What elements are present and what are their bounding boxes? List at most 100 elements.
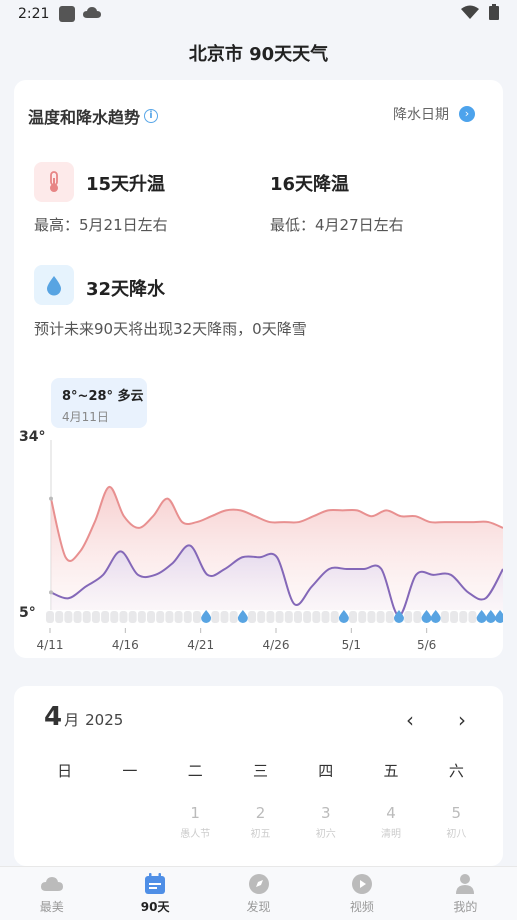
nav-label: 90天	[140, 900, 170, 914]
y-min-label: 5°	[19, 605, 36, 621]
nav-tab-profile[interactable]: 我的	[414, 867, 517, 920]
high-start-point	[49, 496, 53, 501]
cloud-icon	[40, 872, 64, 896]
x-tick-label: 4/11	[37, 638, 64, 652]
calendar-month-title: 4 月 2025	[44, 702, 123, 732]
calendar-day[interactable]: 5 初八	[424, 804, 489, 840]
dry-day-marker	[229, 611, 238, 623]
dry-day-marker	[312, 611, 321, 623]
calendar-card: 4 月 2025 ‹ › 日 一 二 三 四 五 六 1 愚人节 2 初五 3 …	[14, 686, 503, 866]
dry-day-marker	[459, 611, 468, 623]
rain-day-drop	[338, 610, 349, 623]
nav-tab-discover[interactable]: 发现	[207, 867, 310, 920]
dry-day-marker	[119, 611, 128, 623]
cloud-status-icon	[83, 5, 102, 23]
nav-tab-best[interactable]: 最美	[0, 867, 103, 920]
dry-day-marker	[450, 611, 459, 623]
dry-day-marker	[192, 611, 201, 623]
weekday-label: 三	[252, 762, 268, 780]
rain-day-drop	[430, 610, 441, 623]
x-tick-label: 4/21	[187, 638, 214, 652]
dry-day-marker	[174, 611, 183, 623]
compass-icon	[248, 872, 270, 896]
day-number: 5	[451, 804, 462, 822]
temperature-chart[interactable]: 4/11 4/16 4/21 4/26 5/1 5/6	[14, 80, 503, 658]
calendar-year: 2025	[85, 711, 124, 729]
x-tick-label: 5/1	[342, 638, 361, 652]
dry-day-marker	[128, 611, 137, 623]
dry-day-marker	[275, 611, 284, 623]
x-tick-label: 5/6	[417, 638, 436, 652]
prev-month-button[interactable]: ‹	[406, 708, 414, 732]
dry-day-marker	[468, 611, 477, 623]
calendar-day[interactable]: 1 愚人节	[163, 804, 228, 840]
tooltip-date: 4月11日	[62, 410, 109, 424]
rain-day-drop	[495, 610, 503, 623]
day-lunar: 愚人节	[180, 829, 211, 840]
dry-day-marker	[211, 611, 220, 623]
month-number: 4	[44, 702, 63, 732]
dry-day-marker	[110, 611, 119, 623]
dry-day-marker	[73, 611, 82, 623]
calendar-day[interactable]: 4 清明	[358, 804, 423, 840]
dry-day-marker	[82, 611, 91, 623]
rain-day-drop	[485, 610, 496, 623]
day-number: 4	[386, 804, 396, 822]
rain-day-drop	[476, 610, 487, 623]
wifi-icon	[461, 5, 479, 23]
dry-day-marker	[293, 611, 302, 623]
day-lunar: 清明	[381, 829, 402, 840]
weekday-label: 五	[383, 762, 399, 780]
day-lunar: 初八	[446, 829, 467, 840]
status-time: 2:21	[18, 6, 50, 22]
rain-day-drop	[421, 610, 432, 623]
dry-day-marker	[303, 611, 312, 623]
next-month-button[interactable]: ›	[458, 708, 466, 732]
calendar-icon	[144, 872, 166, 896]
nav-label: 视频	[349, 900, 374, 914]
dry-day-marker	[220, 611, 229, 623]
status-bar: 2:21	[0, 0, 517, 28]
dry-day-marker	[385, 611, 394, 623]
dry-day-marker	[413, 611, 422, 623]
calendar-day	[32, 804, 97, 840]
dry-day-marker	[248, 611, 257, 623]
weekday-label: 四	[318, 762, 334, 780]
dry-day-marker	[358, 611, 367, 623]
dry-day-marker	[257, 611, 266, 623]
nav-label: 我的	[453, 900, 478, 914]
day-number: 1	[190, 804, 200, 822]
person-icon	[455, 872, 475, 896]
dry-day-marker	[91, 611, 100, 623]
battery-icon	[489, 4, 499, 24]
dry-day-marker	[147, 611, 156, 623]
day-number: 2	[255, 804, 266, 822]
page-title: 北京市 90天天气	[188, 44, 329, 65]
dry-day-marker	[266, 611, 275, 623]
dry-day-marker	[404, 611, 413, 623]
app-notification-icon	[59, 6, 76, 22]
bottom-nav: 最美 90天 发现 视频 我的	[0, 866, 517, 920]
nav-label: 发现	[246, 900, 271, 914]
low-start-point	[49, 590, 53, 595]
dry-day-marker	[64, 611, 73, 623]
tooltip-temps: 8°~28° 多云	[62, 389, 144, 404]
dry-day-marker	[156, 611, 165, 623]
chart-tooltip: 8°~28° 多云 4月11日	[51, 378, 147, 428]
dry-day-marker	[330, 611, 339, 623]
day-lunar: 初五	[250, 829, 271, 840]
day-lunar: 初六	[315, 829, 336, 840]
dry-day-marker	[101, 611, 110, 623]
calendar-week-row: 1 愚人节 2 初五 3 初六 4 清明 5 初八	[32, 804, 489, 840]
x-tick-label: 4/26	[263, 638, 290, 652]
calendar-day[interactable]: 3 初六	[293, 804, 358, 840]
dry-day-marker	[376, 611, 385, 623]
rain-day-drop	[237, 610, 248, 623]
nav-tab-video[interactable]: 视频	[310, 867, 413, 920]
month-suffix: 月	[64, 711, 80, 729]
trend-card: 温度和降水趋势 i 降水日期 › 15天升温 最高：5月21日左右 16天降温 …	[14, 80, 503, 658]
nav-tab-90days[interactable]: 90天	[103, 867, 206, 920]
day-number: 3	[320, 804, 331, 822]
calendar-day[interactable]: 2 初五	[228, 804, 293, 840]
nav-label: 最美	[39, 900, 64, 914]
